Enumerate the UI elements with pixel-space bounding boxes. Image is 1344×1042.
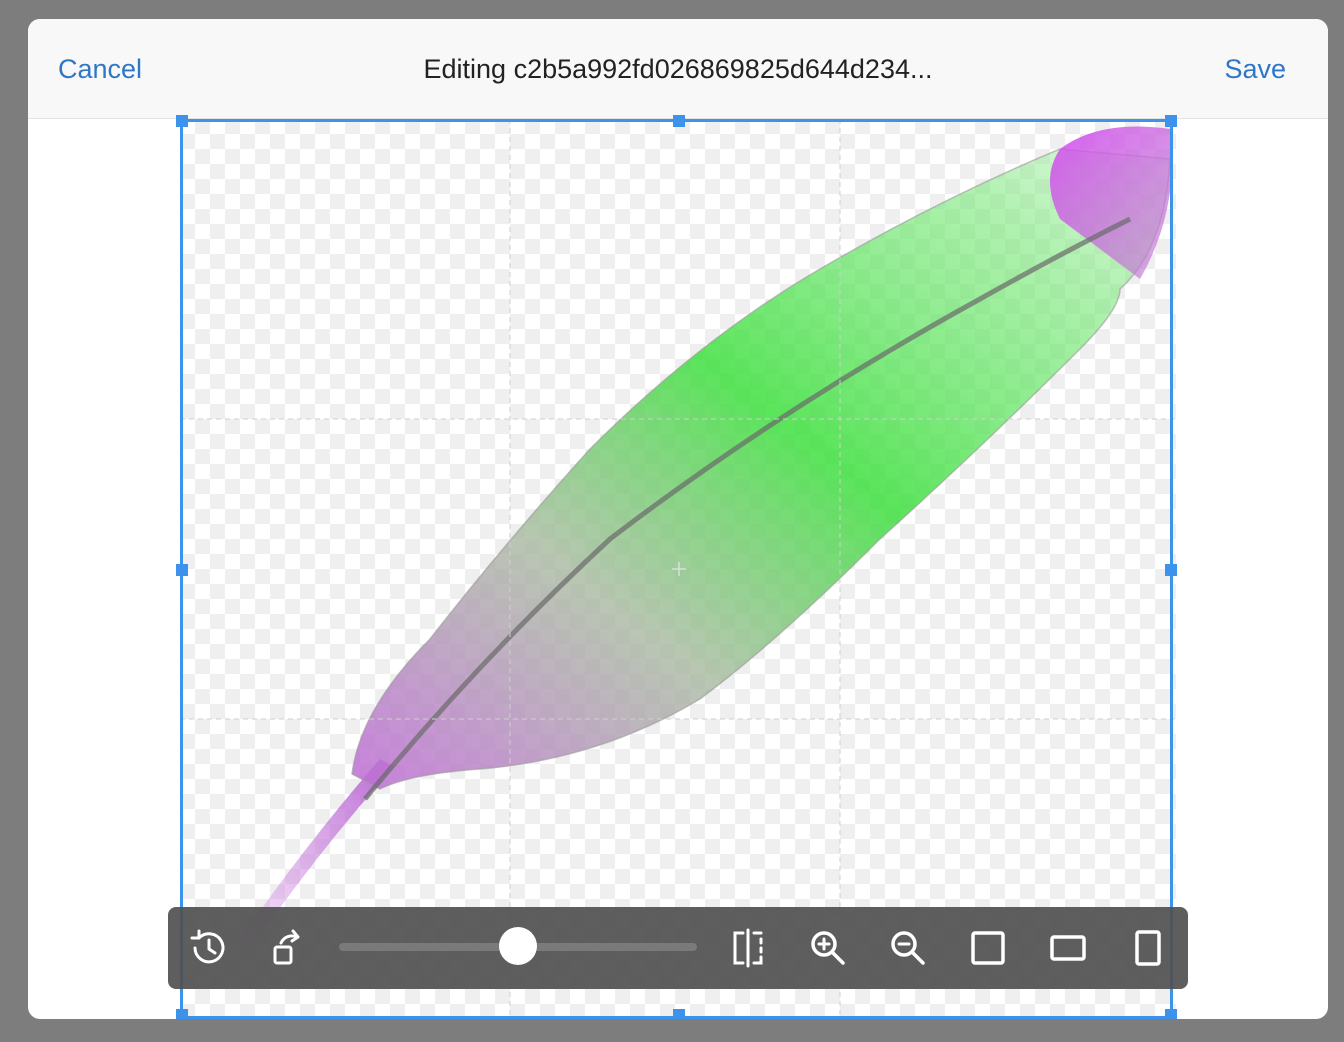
crop-handle-bottom-left[interactable] [176,1009,188,1019]
aspect-landscape-icon [1050,935,1086,961]
rotate-icon [273,929,300,965]
aspect-square-icon [971,931,1005,965]
aspect-portrait-button[interactable] [1127,927,1169,969]
crop-handle-bottom-right[interactable] [1165,1009,1177,1019]
zoom-out-button[interactable] [887,927,929,969]
crop-handle-left[interactable] [176,564,188,576]
save-button[interactable]: Save [1224,51,1286,87]
aspect-square-button[interactable] [967,927,1009,969]
crop-handle-top-left[interactable] [176,115,188,127]
zoom-in-button[interactable] [807,927,849,969]
zoom-in-icon [811,931,845,965]
crop-handle-top-right[interactable] [1165,115,1177,127]
flip-button[interactable] [727,927,769,969]
crop-handle-bottom[interactable] [673,1009,685,1019]
editor-toolbar [168,907,1188,989]
reset-button[interactable] [187,927,229,969]
editor-header: Cancel Editing c2b5a992fd026869825d644d2… [28,19,1328,119]
flip-horizontal-icon [733,928,763,968]
rotate-button[interactable] [267,927,309,969]
crop-handle-right[interactable] [1165,564,1177,576]
zoom-slider-thumb[interactable] [499,927,537,965]
editor-title: Editing c2b5a992fd026869825d644d234... [423,54,933,84]
crop-handle-top[interactable] [673,115,685,127]
reset-history-icon [190,929,225,964]
zoom-out-icon [891,931,925,965]
image-editor-dialog: Cancel Editing c2b5a992fd026869825d644d2… [28,19,1328,1019]
aspect-portrait-icon [1135,930,1161,966]
crop-box[interactable] [180,119,1173,1019]
aspect-landscape-button[interactable] [1047,927,1089,969]
